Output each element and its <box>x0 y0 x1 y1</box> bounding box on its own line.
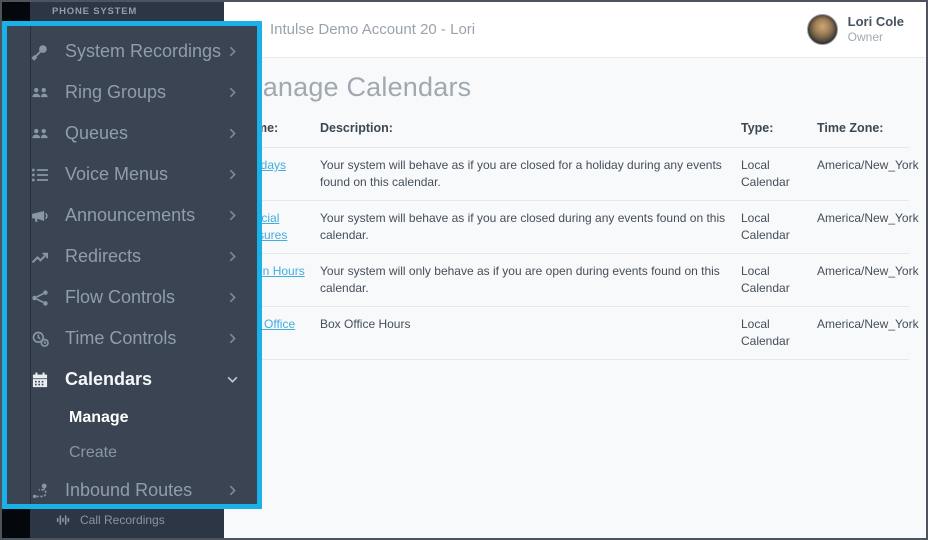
sidebar-subitem-manage[interactable]: Manage <box>7 400 257 435</box>
chevron-right-icon <box>226 168 239 181</box>
sidebar-item-label: Inbound Routes <box>65 480 192 501</box>
chevron-right-icon <box>226 86 239 99</box>
chevron-down-icon <box>226 373 239 386</box>
calendar-description: Your system will behave as if you are cl… <box>320 201 741 254</box>
table-row: Special Closures Your system will behave… <box>240 201 909 254</box>
waveform-icon <box>55 512 71 528</box>
column-header-time-zone: Time Zone: <box>817 113 909 148</box>
sidebar-item-label: Voice Menus <box>65 164 168 185</box>
sidebar-item-label: Time Controls <box>65 328 176 349</box>
users-icon <box>30 124 50 144</box>
sidebar-item-inbound-routes[interactable]: Inbound Routes <box>7 470 257 511</box>
chevron-right-icon <box>226 209 239 222</box>
calendars-table: Name: Description: Type: Time Zone: Holi… <box>240 113 909 360</box>
chevron-right-icon <box>226 332 239 345</box>
calendar-type: Local Calendar <box>741 201 817 254</box>
chevron-right-icon <box>226 291 239 304</box>
sidebar-item-label: Redirects <box>65 246 141 267</box>
phone-system-label: PHONE SYSTEM <box>52 6 137 17</box>
table-row: Holidays Your system will behave as if y… <box>240 148 909 201</box>
sidebar-subitem-create[interactable]: Create <box>7 435 257 470</box>
top-header-bar: Intulse Demo Account 20 - Lori Lori Cole… <box>224 2 926 58</box>
sidebar-section-header: PHONE SYSTEM <box>30 2 224 21</box>
column-header-description: Description: <box>320 113 741 148</box>
table-header-row: Name: Description: Type: Time Zone: <box>240 113 909 148</box>
calendar-icon <box>30 370 50 390</box>
calendar-time-zone: America/New_York <box>817 148 909 201</box>
microphone-icon <box>30 42 50 62</box>
user-role: Owner <box>848 30 904 45</box>
sidebar-item-time-controls[interactable]: Time Controls <box>7 318 257 359</box>
trend-arrow-icon <box>30 247 50 267</box>
users-icon <box>30 83 50 103</box>
calendar-time-zone: America/New_York <box>817 307 909 360</box>
calendar-type: Local Calendar <box>741 148 817 201</box>
sidebar-item-calendars[interactable]: Calendars <box>7 359 257 400</box>
table-row: Box Office Box Office Hours Local Calend… <box>240 307 909 360</box>
user-menu[interactable]: Lori Cole Owner <box>807 14 904 45</box>
account-title: Intulse Demo Account 20 - Lori <box>270 21 475 38</box>
ordered-list-icon <box>30 165 50 185</box>
sidebar-subitem-label: Create <box>69 444 117 462</box>
sidebar-item-label: Calendars <box>65 369 152 390</box>
column-header-type: Type: <box>741 113 817 148</box>
page-content: Manage Calendars Name: Description: Type… <box>224 58 926 538</box>
sidebar-item-system-recordings[interactable]: System Recordings <box>7 31 257 72</box>
sidebar-item-label: Announcements <box>65 205 195 226</box>
sidebar-item-label: Ring Groups <box>65 82 166 103</box>
app-window: PHONE SYSTEM Call Recordings Intulse Dem… <box>0 0 928 540</box>
chevron-right-icon <box>226 127 239 140</box>
sidebar-item-voice-menus[interactable]: Voice Menus <box>7 154 257 195</box>
sidebar-item-label: System Recordings <box>65 41 221 62</box>
clocks-icon <box>30 329 50 349</box>
sidebar-item-label: Flow Controls <box>65 287 175 308</box>
user-name: Lori Cole <box>848 14 904 30</box>
calendar-type: Local Calendar <box>741 254 817 307</box>
share-nodes-icon <box>30 288 50 308</box>
megaphone-icon <box>30 206 50 226</box>
calendar-time-zone: America/New_York <box>817 254 909 307</box>
user-info: Lori Cole Owner <box>848 14 904 45</box>
chevron-right-icon <box>226 484 239 497</box>
sidebar-item-label: Call Recordings <box>80 513 165 527</box>
table-row: Open Hours Your system will only behave … <box>240 254 909 307</box>
calendar-time-zone: America/New_York <box>817 201 909 254</box>
calendar-description: Box Office Hours <box>320 307 741 360</box>
page-title: Manage Calendars <box>240 72 926 103</box>
sidebar-item-label: Queues <box>65 123 128 144</box>
calendar-description: Your system will only behave as if you a… <box>320 254 741 307</box>
sidebar-item-flow-controls[interactable]: Flow Controls <box>7 277 257 318</box>
sidebar-item-announcements[interactable]: Announcements <box>7 195 257 236</box>
sidebar-item-ring-groups[interactable]: Ring Groups <box>7 72 257 113</box>
chevron-right-icon <box>226 250 239 263</box>
calendar-description: Your system will behave as if you are cl… <box>320 148 741 201</box>
expanded-phone-system-menu: System Recordings Ring Groups Queues <box>2 21 262 509</box>
sidebar-item-queues[interactable]: Queues <box>7 113 257 154</box>
chevron-right-icon <box>226 45 239 58</box>
main-area: Intulse Demo Account 20 - Lori Lori Cole… <box>224 2 926 538</box>
calendar-type: Local Calendar <box>741 307 817 360</box>
avatar <box>807 14 838 45</box>
sidebar-subitem-label: Manage <box>69 409 129 427</box>
route-icon <box>30 481 50 501</box>
sidebar-item-redirects[interactable]: Redirects <box>7 236 257 277</box>
